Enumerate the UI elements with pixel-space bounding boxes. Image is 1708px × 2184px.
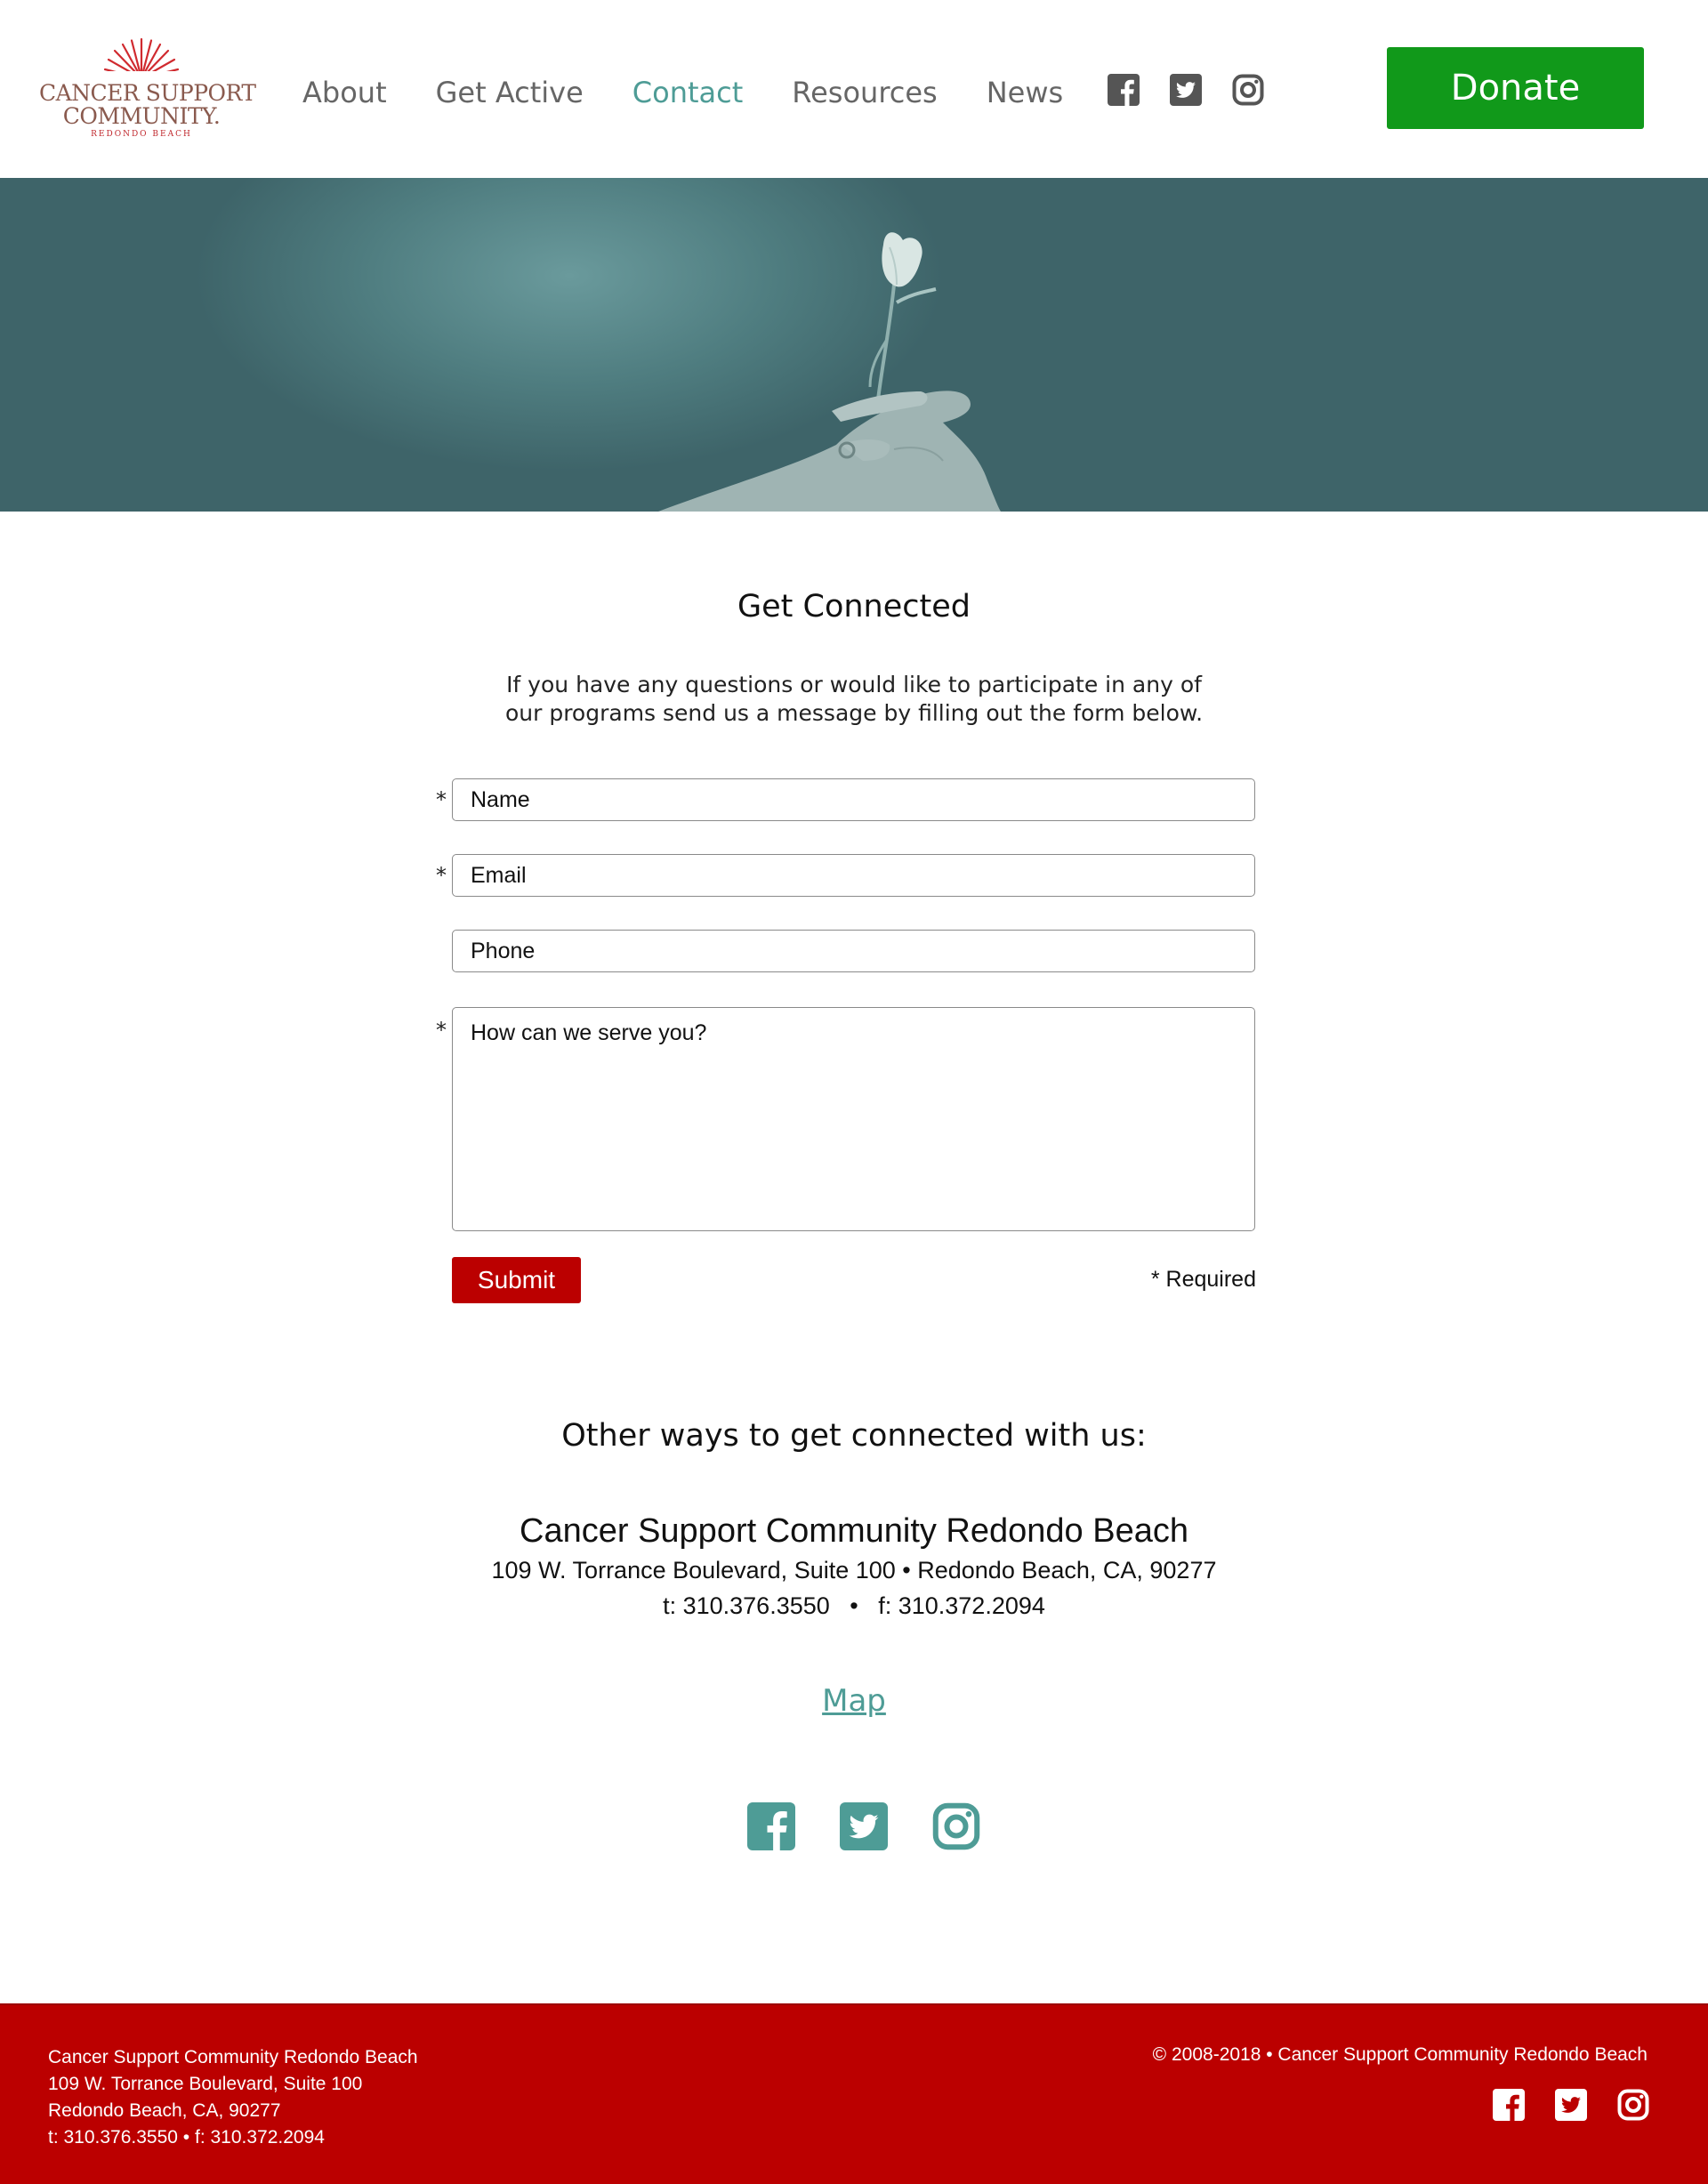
org-name: Cancer Support Community Redondo Beach [520, 1512, 1188, 1550]
site-header: CANCER SUPPORT COMMUNITY. REDONDO BEACH … [0, 0, 1708, 178]
intro-line-1: If you have any questions or would like … [506, 672, 1202, 697]
twitter-icon[interactable] [1170, 74, 1202, 106]
submit-button[interactable]: Submit [452, 1257, 581, 1303]
instagram-icon[interactable] [1232, 74, 1264, 106]
header-social-links [1108, 74, 1264, 106]
org-phones: t: 310.376.3550 • f: 310.372.2094 [663, 1592, 1045, 1619]
copyright-text: © 2008-2018 • Cancer Support Community R… [1152, 2044, 1648, 2065]
required-asterisk: * [436, 863, 447, 888]
nav-item-resources[interactable]: Resources [792, 73, 937, 112]
contact-intro-text: If you have any questions or would like … [0, 671, 1708, 728]
site-logo[interactable]: CANCER SUPPORT COMMUNITY. REDONDO BEACH [39, 36, 256, 142]
org-address: 109 W. Torrance Boulevard, Suite 100 • R… [491, 1557, 1217, 1584]
footer-phone-line: t: 310.376.3550 • f: 310.372.2094 [48, 2127, 325, 2148]
main-social-links [747, 1802, 980, 1850]
email-input[interactable] [452, 854, 1255, 897]
logo-text-line2: COMMUNITY. [62, 103, 221, 129]
nav-item-get-active[interactable]: Get Active [436, 73, 584, 112]
phone-input[interactable] [452, 930, 1255, 972]
contact-form-title: Get Connected [737, 589, 971, 625]
nav-item-news[interactable]: News [987, 73, 1063, 112]
logo-text-line3: REDONDO BEACH [91, 130, 192, 139]
facebook-icon[interactable] [747, 1802, 795, 1850]
twitter-icon[interactable] [1555, 2089, 1587, 2121]
hero-flower-hand-image [658, 232, 1001, 512]
required-note: * Required [1150, 1267, 1256, 1292]
footer-address: Cancer Support Community Redondo Beach 1… [48, 2044, 418, 2151]
other-ways-title: Other ways to get connected with us: [561, 1418, 1147, 1454]
intro-line-2: our programs send us a message by fillin… [504, 700, 1204, 726]
nav-item-about[interactable]: About [302, 73, 387, 112]
map-link[interactable]: Map [0, 1683, 1708, 1719]
nav-item-contact[interactable]: Contact [632, 73, 744, 112]
instagram-icon[interactable] [1617, 2089, 1649, 2121]
instagram-icon[interactable] [932, 1802, 980, 1850]
donate-button[interactable]: Donate [1387, 47, 1644, 129]
site-footer: Cancer Support Community Redondo Beach 1… [0, 2003, 1708, 2184]
name-input[interactable] [452, 778, 1255, 821]
logo-text-line1: CANCER SUPPORT [39, 80, 256, 106]
message-textarea[interactable] [452, 1007, 1255, 1231]
required-asterisk: * [436, 787, 447, 812]
hero-banner [0, 178, 1708, 512]
main-nav: About Get Active Contact Resources News [302, 73, 1063, 112]
required-asterisk: * [436, 1018, 447, 1043]
footer-address-line: Redondo Beach, CA, 90277 [48, 2100, 281, 2121]
sun-logo-icon [101, 37, 181, 82]
twitter-icon[interactable] [840, 1802, 888, 1850]
footer-address-line: 109 W. Torrance Boulevard, Suite 100 [48, 2074, 363, 2094]
footer-social-links [1493, 2089, 1649, 2121]
facebook-icon[interactable] [1108, 74, 1140, 106]
facebook-icon[interactable] [1493, 2089, 1525, 2121]
footer-address-line: Cancer Support Community Redondo Beach [48, 2047, 418, 2067]
